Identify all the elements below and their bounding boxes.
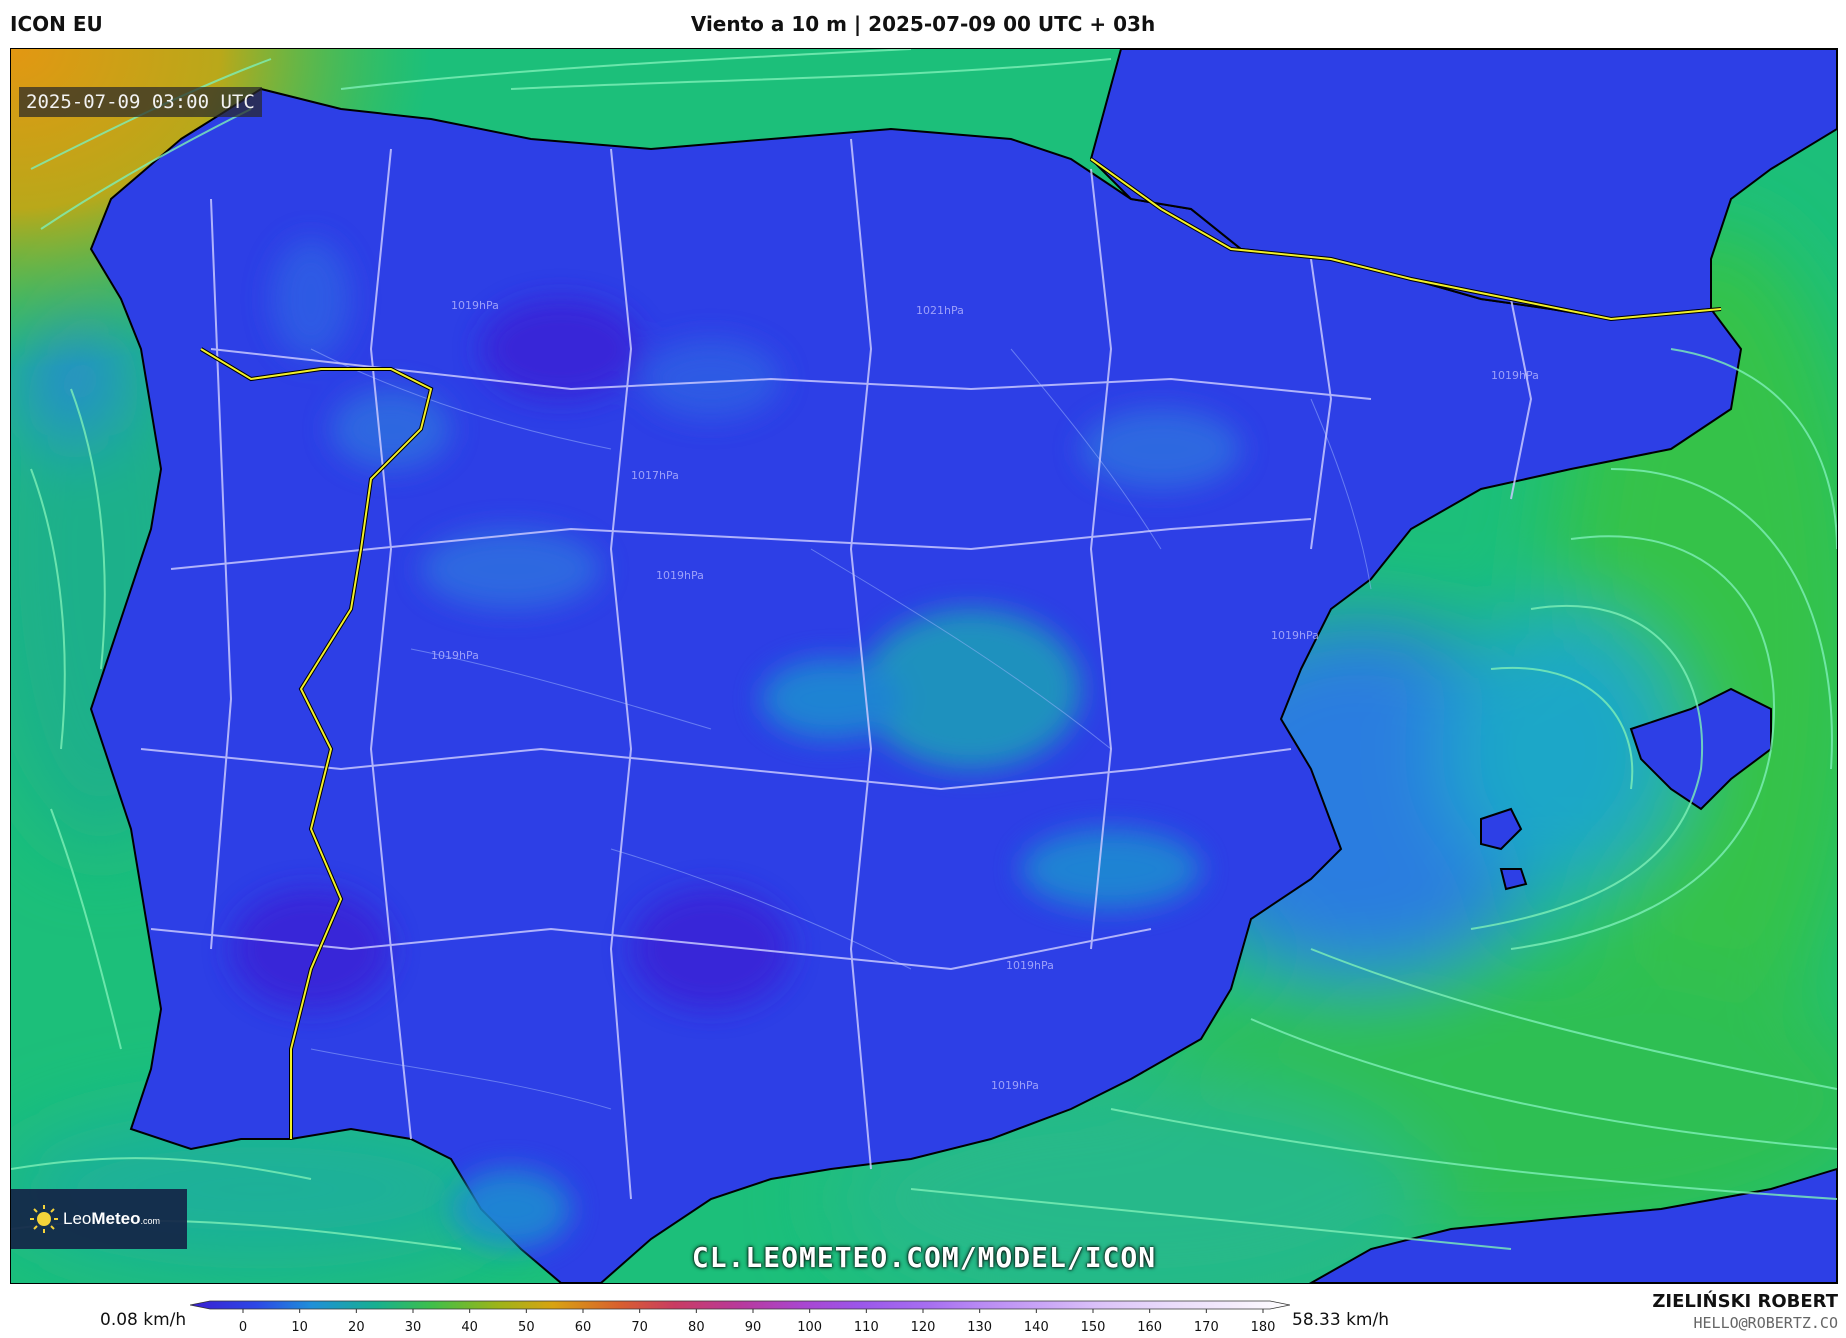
isobar-label: 1019hPa	[1006, 959, 1054, 972]
colorbar-tick-label: 10	[291, 1320, 308, 1335]
colorbar-tick-label: 130	[967, 1320, 992, 1335]
legend-min-label: 0.08 km/h	[100, 1310, 187, 1330]
map-canvas: 1019hPa 1021hPa 1017hPa 1019hPa 1019hPa …	[11, 49, 1837, 1283]
author-email: HELLO@ROBERTZ.CO	[1693, 1314, 1839, 1332]
isobar-label: 1019hPa	[656, 569, 704, 582]
wind-map: 1019hPa 1021hPa 1017hPa 1019hPa 1019hPa …	[10, 48, 1838, 1284]
colorbar-tick-label: 150	[1081, 1320, 1106, 1335]
colorbar-tick-label: 180	[1251, 1320, 1276, 1335]
isobar-label: 1019hPa	[1491, 369, 1539, 382]
isobar-label: 1017hPa	[631, 469, 679, 482]
colorbar-tick-label: 20	[348, 1320, 365, 1335]
colorbar-tick-label: 170	[1194, 1320, 1219, 1335]
colorbar-tick-label: 0	[239, 1320, 247, 1335]
colorbar-tick-label: 70	[631, 1320, 648, 1335]
author-credit: ZIELIŃSKI ROBERT	[1652, 1291, 1838, 1312]
isobar-label: 1019hPa	[451, 299, 499, 312]
colorbar-tick-label: 80	[688, 1320, 705, 1335]
colorbar-tick-label: 140	[1024, 1320, 1049, 1335]
isobar-label: 1019hPa	[1271, 629, 1319, 642]
source-watermark: CL.LEOMETEO.COM/MODEL/ICON	[691, 1241, 1157, 1274]
sun-icon	[29, 1204, 59, 1234]
colorbar-tick-label: 160	[1137, 1320, 1162, 1335]
colorbar-tick-label: 110	[854, 1320, 879, 1335]
leometeo-logo: LeoMeteo.com	[11, 1189, 187, 1249]
wind-colorbar: 0 10 20 30 40 50 60 70 80 90 100 110 120 130 140 150 160…	[190, 1300, 1290, 1335]
valid-time-badge: 2025-07-09 03:00 UTC	[19, 87, 262, 117]
isobar-label: 1021hPa	[916, 304, 964, 317]
colorbar-ticks: 0 10 20 30 40 50 60 70 80 90 100 110 120 130 140 150 160…	[239, 1309, 1276, 1335]
colorbar-tick-label: 30	[405, 1320, 422, 1335]
colorbar-tick-label: 90	[745, 1320, 762, 1335]
colorbar-tick-label: 60	[575, 1320, 592, 1335]
colorbar-tick-label: 50	[518, 1320, 535, 1335]
isobar-label: 1019hPa	[991, 1079, 1039, 1092]
map-title: Viento a 10 m | 2025-07-09 00 UTC + 03h	[690, 12, 1156, 36]
legend-max-label: 58.33 km/h	[1292, 1310, 1389, 1330]
colorbar-tick-label: 120	[911, 1320, 936, 1335]
colorbar-tick-label: 100	[797, 1320, 822, 1335]
colorbar-gradient	[190, 1300, 1290, 1310]
colorbar-tick-label: 40	[461, 1320, 478, 1335]
logo-text: LeoMeteo.com	[63, 1209, 161, 1228]
isobar-label: 1019hPa	[431, 649, 479, 662]
